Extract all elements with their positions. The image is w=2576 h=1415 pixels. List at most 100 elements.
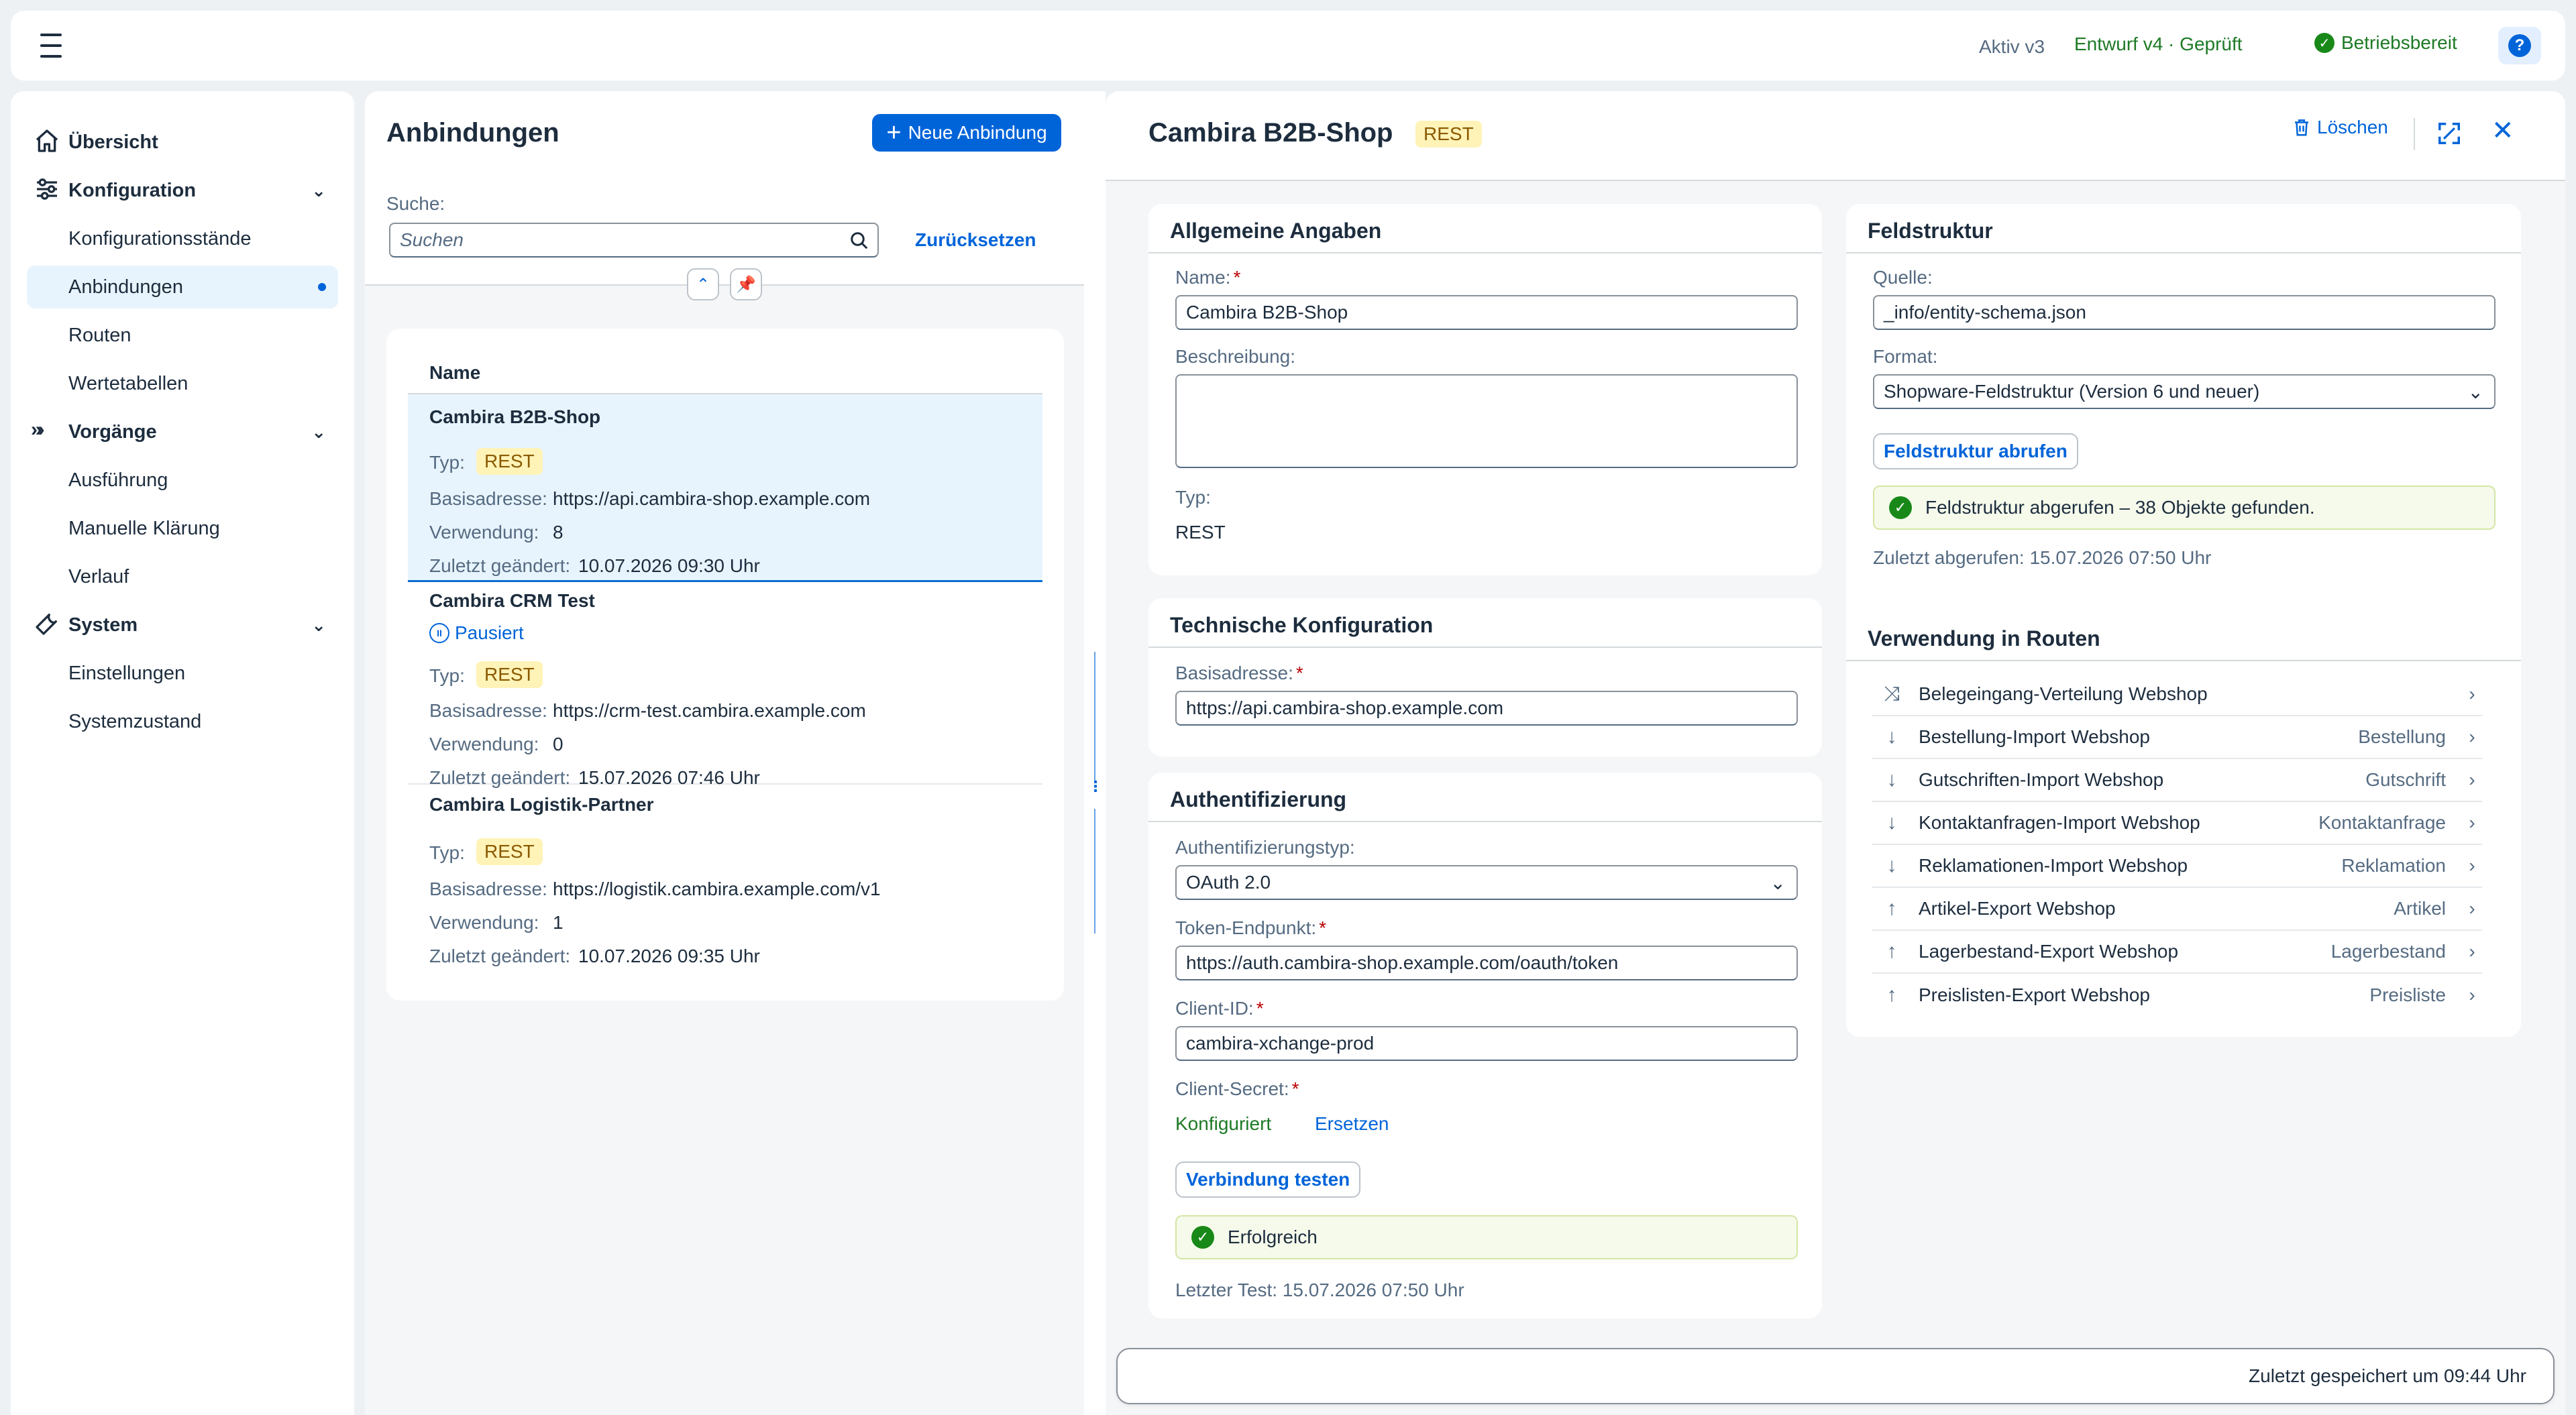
help-button[interactable]: ?: [2498, 27, 2541, 64]
delete-button[interactable]: Löschen: [2292, 117, 2388, 138]
row-base-value: https://api.cambira-shop.example.com: [553, 488, 871, 509]
row-type-badge: REST: [476, 838, 543, 865]
row-name: Cambira CRM Test: [429, 590, 595, 611]
nav-item-konfigurationsstaende[interactable]: Konfigurationsstände: [27, 217, 338, 260]
test-connection-button[interactable]: Verbindung testen: [1175, 1162, 1361, 1198]
pin-header-button[interactable]: 📌: [730, 268, 762, 300]
nav-item-manuelle-klaerung[interactable]: Manuelle Klärung: [27, 507, 338, 550]
route-object: Kontaktanfrage: [2318, 812, 2446, 833]
nav-item-routen[interactable]: Routen: [27, 314, 338, 357]
connection-table: Name Cambira B2B-Shop Typ: REST Basisadr…: [386, 329, 1064, 1001]
description-textarea[interactable]: [1175, 374, 1798, 468]
reset-button[interactable]: Zurücksetzen: [915, 229, 1036, 251]
fetch-structure-label: Feldstruktur abrufen: [1884, 441, 2068, 461]
table-row[interactable]: Cambira Logistik-Partner Typ: REST Basis…: [408, 785, 1042, 972]
route-object: Bestellung: [2358, 726, 2446, 747]
last-test-text: Letzter Test: 15.07.2026 07:50 Uhr: [1175, 1280, 1464, 1300]
arrow-up-icon: ↑: [1886, 984, 1897, 1006]
nav-item-systemzustand[interactable]: Systemzustand: [27, 700, 338, 743]
row-base-value: https://logistik.cambira.example.com/v1: [553, 879, 881, 899]
route-row[interactable]: ↓ Reklamationen-Import Webshop Reklamati…: [1872, 845, 2482, 888]
description-label: Beschreibung:: [1175, 346, 1296, 367]
plus-icon: +: [886, 119, 902, 147]
arrow-down-icon: ↓: [1886, 726, 1897, 748]
close-icon[interactable]: ✕: [2491, 115, 2514, 146]
token-endpoint-input[interactable]: https://auth.cambira-shop.example.com/oa…: [1175, 946, 1798, 980]
test-connection-label: Verbindung testen: [1186, 1169, 1350, 1190]
nav-item-verlauf[interactable]: Verlauf: [27, 555, 338, 598]
route-row[interactable]: ↑ Lagerbestand-Export Webshop Lagerbesta…: [1872, 931, 2482, 974]
format-label: Format:: [1873, 346, 1938, 367]
format-select[interactable]: Shopware-Feldstruktur (Version 6 und neu…: [1873, 374, 2496, 409]
name-input[interactable]: Cambira B2B-Shop: [1175, 295, 1798, 330]
route-row[interactable]: ↓ Kontaktanfragen-Import Webshop Kontakt…: [1872, 802, 2482, 845]
row-usage-value: 0: [553, 734, 564, 754]
nav-label: Systemzustand: [68, 710, 202, 732]
status-label: Betriebsbereit: [2341, 32, 2457, 53]
nav-label: Konfigurationsstände: [68, 227, 252, 249]
chevron-down-icon: ⌄: [2467, 382, 2483, 402]
source-input[interactable]: _info/entity-schema.json: [1873, 295, 2496, 330]
nav-item-einstellungen[interactable]: Einstellungen: [27, 652, 338, 695]
route-row[interactable]: ↓ Bestellung-Import Webshop Bestellung ›: [1872, 716, 2482, 759]
base-address-label: Basisadresse: *: [1175, 663, 1303, 683]
search-input[interactable]: Suchen: [389, 223, 879, 258]
chevron-down-icon: ⌄: [311, 421, 326, 442]
row-base-label: Basisadresse:: [429, 879, 547, 899]
fetch-structure-button[interactable]: Feldstruktur abrufen: [1873, 433, 2078, 469]
active-version[interactable]: Aktiv v3: [1979, 36, 2045, 58]
nav-item-wertetabellen[interactable]: Wertetabellen: [27, 362, 338, 405]
chevron-down-icon: ⌄: [1770, 872, 1786, 893]
route-object: Gutschrift: [2365, 769, 2446, 790]
process-icon: »›: [31, 418, 45, 441]
token-endpoint-value: https://auth.cambira-shop.example.com/oa…: [1186, 952, 1619, 973]
search-icon[interactable]: [849, 231, 869, 251]
route-row[interactable]: ↓ Gutschriften-Import Webshop Gutschrift…: [1872, 759, 2482, 802]
collapse-header-button[interactable]: ⌃: [687, 268, 719, 300]
client-id-input[interactable]: cambira-xchange-prod: [1175, 1026, 1798, 1061]
route-row[interactable]: ↑ Preislisten-Export Webshop Preisliste …: [1872, 974, 2482, 1017]
auth-type-select[interactable]: OAuth 2.0 ⌄: [1175, 865, 1798, 900]
replace-secret-link[interactable]: Ersetzen: [1315, 1113, 1389, 1135]
pin-icon: 📌: [736, 275, 756, 294]
technical-title: Technische Konfiguration: [1170, 613, 1434, 637]
base-address-input[interactable]: https://api.cambira-shop.example.com: [1175, 691, 1798, 726]
general-title: Allgemeine Angaben: [1170, 219, 1382, 243]
token-endpoint-label-text: Token-Endpunkt:: [1175, 917, 1317, 938]
list-title: Anbindungen: [386, 118, 559, 148]
status-indicator: ✓ Betriebsbereit: [2314, 32, 2457, 54]
route-object: Lagerbestand: [2330, 941, 2446, 962]
side-navigation: Übersicht Konfiguration ⌄ Konfigurations…: [11, 91, 354, 1415]
nav-label: System: [68, 614, 138, 636]
drag-handle-icon[interactable]: ⋮⋮: [1088, 779, 1118, 809]
selected-dot: [318, 283, 326, 291]
nav-group-konfiguration[interactable]: Konfiguration ⌄: [27, 169, 338, 212]
nav-group-vorgaenge[interactable]: »› Vorgänge ⌄: [27, 410, 338, 453]
nav-label: Wertetabellen: [68, 372, 189, 394]
draft-version[interactable]: Entwurf v4 · Geprüft: [2074, 34, 2243, 55]
hamburger-icon[interactable]: [38, 34, 64, 58]
arrow-up-icon: ↑: [1886, 940, 1897, 962]
chevron-right-icon: ›: [2469, 941, 2475, 962]
format-value: Shopware-Feldstruktur (Version 6 und neu…: [1884, 381, 2260, 402]
nav-item-ausfuehrung[interactable]: Ausführung: [27, 459, 338, 502]
pane-splitter[interactable]: ⋮⋮: [1084, 91, 1118, 1415]
route-row[interactable]: ⤨ Belegeingang-Verteilung Webshop ›: [1872, 673, 2482, 716]
check-circle-icon: ✓: [2314, 33, 2334, 53]
fullscreen-icon[interactable]: [2436, 121, 2462, 146]
save-status-bar: Zuletzt gespeichert um 09:44 Uhr: [1116, 1348, 2555, 1404]
nav-group-system[interactable]: System ⌄: [27, 604, 338, 646]
fetch-result-message: ✓ Feldstruktur abgerufen – 38 Objekte ge…: [1873, 486, 2496, 530]
row-name: Cambira B2B-Shop: [429, 406, 601, 427]
route-row[interactable]: ↑ Artikel-Export Webshop Artikel ›: [1872, 888, 2482, 931]
nav-label: Routen: [68, 324, 131, 346]
base-address-value: https://api.cambira-shop.example.com: [1186, 697, 1504, 718]
column-header-name[interactable]: Name: [429, 362, 480, 384]
nav-item-uebersicht[interactable]: Übersicht: [27, 121, 338, 164]
nav-label: Vorgänge: [68, 420, 157, 443]
table-row[interactable]: Cambira CRM Test II Pausiert Typ: REST B…: [408, 582, 1042, 788]
table-row[interactable]: Cambira B2B-Shop Typ: REST Basisadresse:…: [408, 394, 1042, 582]
test-result-text: Erfolgreich: [1228, 1227, 1318, 1247]
new-connection-button[interactable]: + Neue Anbindung: [872, 114, 1061, 152]
nav-item-anbindungen[interactable]: Anbindungen: [27, 266, 338, 308]
